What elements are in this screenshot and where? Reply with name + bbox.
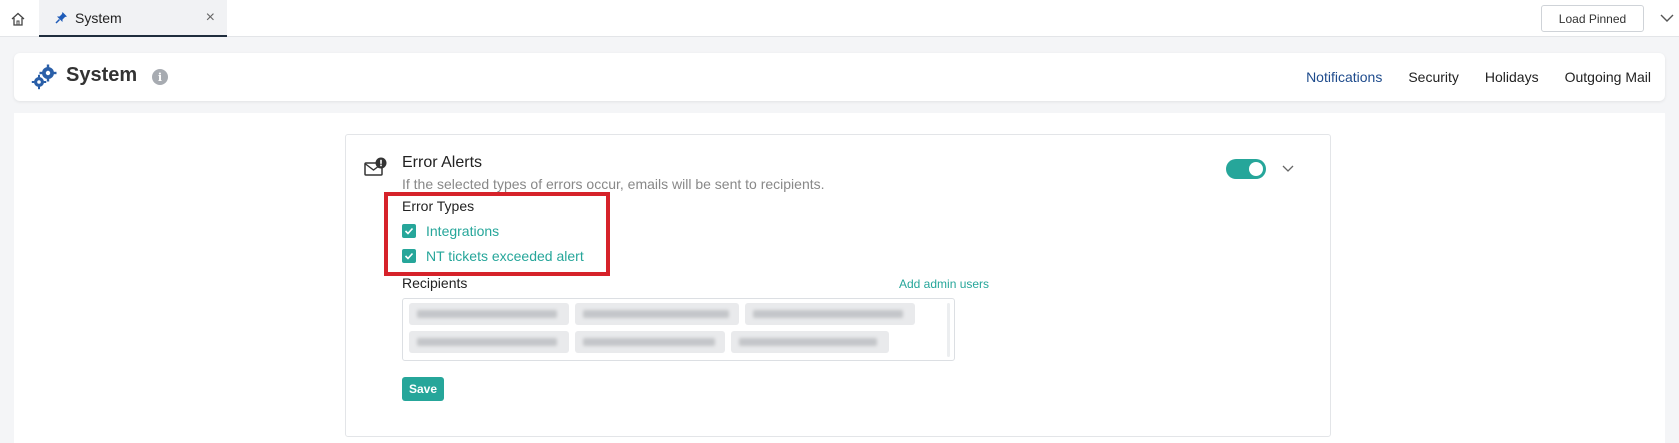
section-nav: Notifications Security Holidays Outgoing… — [1306, 53, 1651, 101]
page-header: System i Notifications Security Holidays… — [14, 53, 1665, 101]
check-icon — [402, 249, 416, 263]
close-icon[interactable]: × — [206, 10, 215, 26]
tab-system[interactable]: System × — [39, 0, 227, 37]
recipient-chip — [575, 303, 739, 325]
chevron-down-icon — [1660, 14, 1674, 22]
home-icon — [11, 12, 25, 26]
card-description: If the selected types of errors occur, e… — [402, 176, 825, 192]
tab-bar: System × Load Pinned — [0, 0, 1679, 37]
gears-icon — [31, 64, 57, 90]
recipient-chip — [731, 331, 889, 353]
nav-notifications[interactable]: Notifications — [1306, 69, 1382, 85]
checkbox-label: NT tickets exceeded alert — [426, 248, 584, 264]
info-icon[interactable]: i — [152, 69, 168, 85]
recipients-label: Recipients — [402, 275, 468, 291]
recipients-field[interactable] — [402, 298, 955, 361]
mail-alert-icon — [364, 157, 387, 176]
nav-outgoing-mail[interactable]: Outgoing Mail — [1565, 69, 1651, 85]
checkbox-nt-tickets[interactable]: NT tickets exceeded alert — [402, 248, 584, 264]
nav-security[interactable]: Security — [1408, 69, 1459, 85]
page-title: System — [66, 64, 138, 86]
error-alerts-card: Error Alerts If the selected types of er… — [345, 134, 1331, 437]
checkbox-label: Integrations — [426, 223, 500, 239]
tab-menu-button[interactable] — [1658, 9, 1676, 27]
chevron-down-icon[interactable] — [1281, 162, 1295, 176]
error-types-label: Error Types — [402, 198, 475, 214]
add-admin-users-link[interactable]: Add admin users — [899, 277, 989, 291]
main-panel: Error Alerts If the selected types of er… — [14, 113, 1665, 443]
tab-label: System — [75, 9, 122, 26]
error-alerts-toggle[interactable] — [1226, 159, 1266, 179]
nav-holidays[interactable]: Holidays — [1485, 69, 1539, 85]
save-button[interactable]: Save — [402, 377, 444, 401]
recipient-chip — [575, 331, 725, 353]
recipient-chip — [409, 331, 569, 353]
recipient-chip — [745, 303, 915, 325]
scrollbar[interactable] — [947, 303, 950, 357]
card-title: Error Alerts — [402, 154, 483, 171]
pin-icon — [55, 11, 69, 25]
checkbox-integrations[interactable]: Integrations — [402, 223, 499, 239]
home-button[interactable] — [4, 6, 32, 32]
check-icon — [402, 224, 416, 238]
recipient-chip — [409, 303, 569, 325]
load-pinned-button[interactable]: Load Pinned — [1541, 5, 1644, 32]
